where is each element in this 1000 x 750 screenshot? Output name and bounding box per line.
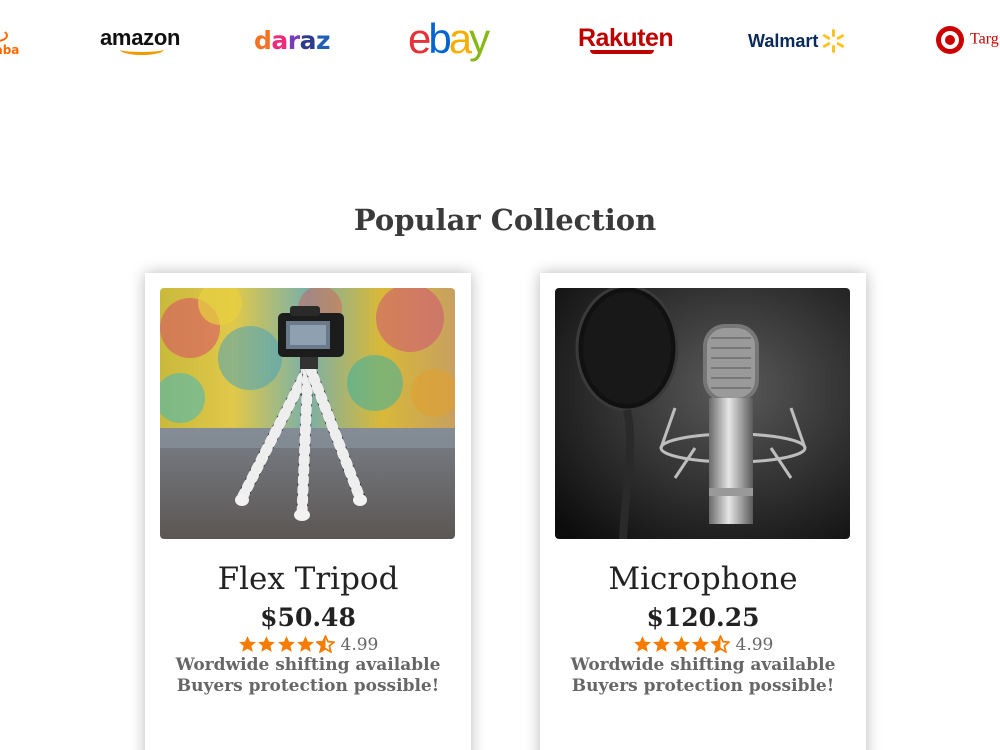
- target-logo[interactable]: Targ: [936, 26, 999, 54]
- buyer-protection-note: Buyers protection possible!: [571, 676, 835, 696]
- rating-value: 4.99: [735, 635, 774, 655]
- shipping-note: Wordwide shifting available: [175, 655, 441, 675]
- rating-value: 4.99: [340, 635, 379, 655]
- ebay-logo[interactable]: ebay: [408, 18, 490, 60]
- section-title: Popular Collection: [353, 203, 657, 237]
- daraz-logo[interactable]: daraz: [254, 28, 331, 53]
- alibaba-logo[interactable]: baba: [0, 29, 19, 56]
- half-star-icon: [315, 635, 335, 653]
- star-icon: [238, 636, 256, 652]
- walmart-logo[interactable]: Walmart: [748, 32, 818, 50]
- product-image[interactable]: [160, 288, 455, 539]
- product-description: Wordwide shifting available Buyers prote…: [570, 655, 836, 697]
- amazon-logo[interactable]: amazon: [100, 27, 180, 55]
- microphone-photo: [555, 288, 850, 539]
- star-icon: [258, 636, 276, 652]
- product-image[interactable]: [555, 288, 850, 539]
- product-title[interactable]: Microphone: [540, 561, 866, 597]
- star-icon: [672, 636, 690, 652]
- product-card[interactable]: Microphone $120.25 4.99 Wordwide shiftin…: [540, 273, 866, 750]
- product-title[interactable]: Flex Tripod: [145, 561, 471, 597]
- star-icon: [633, 636, 651, 652]
- product-price: $50.48: [260, 603, 356, 632]
- rakuten-swoosh-icon: [590, 50, 654, 54]
- target-bullseye-icon: [936, 26, 964, 54]
- alibaba-swoosh-icon: [0, 29, 8, 42]
- amazon-smile-icon: [120, 44, 164, 55]
- half-star-icon: [710, 635, 730, 653]
- rakuten-logo[interactable]: Rakuten: [578, 26, 674, 54]
- product-price: $120.25: [646, 603, 760, 632]
- buyer-protection-note: Buyers protection possible!: [176, 676, 440, 696]
- shipping-note: Wordwide shifting available: [570, 655, 836, 675]
- product-card[interactable]: Flex Tripod $50.48 4.99 Wordwide shiftin…: [145, 273, 471, 750]
- tripod-photo: [160, 288, 455, 539]
- brand-logo-strip: baba amazon daraz ebay Rakuten Walmart T…: [0, 0, 1000, 85]
- star-icon: [277, 636, 295, 652]
- product-description: Wordwide shifting available Buyers prote…: [175, 655, 441, 697]
- star-icon: [692, 636, 710, 652]
- star-icon: [653, 636, 671, 652]
- star-icon: [297, 636, 315, 652]
